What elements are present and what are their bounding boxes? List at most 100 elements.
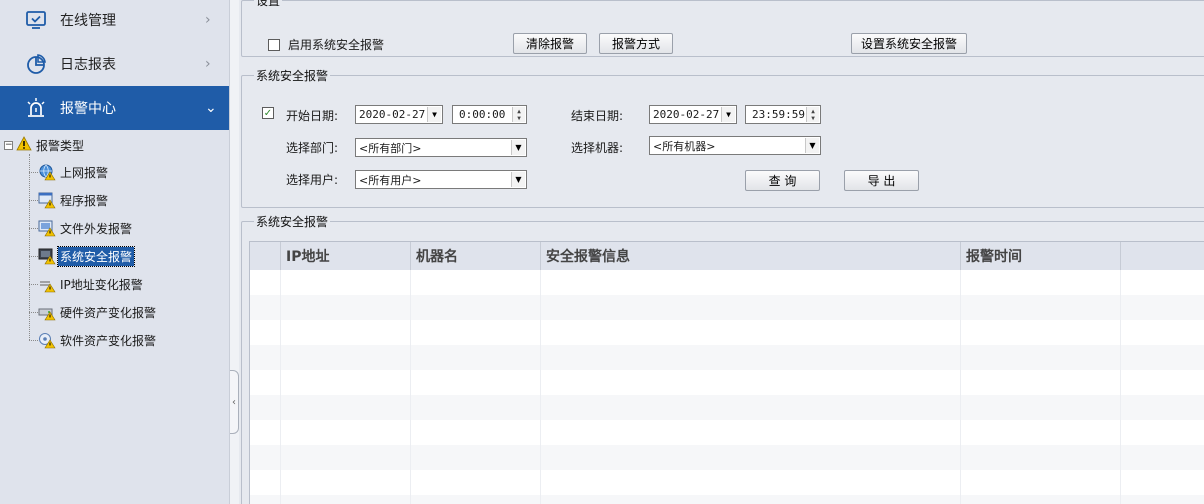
table-cell-empty (961, 345, 1121, 370)
tree-item-software-change-alarm[interactable]: 软件资产变化报警 (29, 329, 158, 351)
program-warning-icon (38, 191, 56, 209)
query-button[interactable]: 查 询 (745, 170, 820, 191)
dropdown-arrow-icon[interactable]: ▼ (511, 172, 525, 187)
table-cell-empty (1121, 320, 1204, 345)
table-cell-empty (250, 295, 281, 320)
table-cell-empty (961, 270, 1121, 295)
table-cell-empty (1121, 270, 1204, 295)
nav-alarm-center[interactable]: 报警中心 ⌄ (0, 86, 229, 130)
tree-item-ip-change-alarm[interactable]: IP地址变化报警 (29, 273, 145, 295)
table-cell-empty (411, 445, 541, 470)
table-cell-empty (541, 320, 961, 345)
table-cell-empty (250, 270, 281, 295)
tree-root-alarm-types[interactable]: − 报警类型 (4, 136, 84, 154)
table-cell-empty (250, 345, 281, 370)
table-cell-empty (281, 320, 411, 345)
nav-online-label: 在线管理 (60, 12, 116, 29)
chevron-down-icon: ⌄ (205, 100, 217, 116)
nav-log-label: 日志报表 (60, 56, 116, 73)
table-cell-empty (250, 320, 281, 345)
chevron-right-icon: › (205, 55, 211, 72)
table-cell-empty (1121, 345, 1204, 370)
table-cell-empty (961, 370, 1121, 395)
table-row-empty (250, 470, 1204, 495)
department-label: 选择部门: (286, 141, 339, 155)
filter-legend: 系统安全报警 (256, 69, 329, 83)
tree-item-program-alarm[interactable]: 程序报警 (29, 189, 110, 211)
user-select[interactable]: <所有用户> ▼ (355, 170, 527, 189)
configure-system-security-alarm-button[interactable]: 设置系统安全报警 (851, 33, 967, 54)
nav-online-management[interactable]: 在线管理 › (0, 0, 229, 42)
nav-log-reports[interactable]: 日志报表 › (0, 41, 229, 86)
software-change-warning-icon (38, 331, 56, 349)
enable-alarm-label: 启用系统安全报警 (288, 38, 385, 52)
end-date-picker[interactable]: 2020-02-27 ▼ (649, 105, 737, 124)
tree-item-internet-alarm[interactable]: 上网报警 (29, 161, 110, 183)
table-row-empty (250, 345, 1204, 370)
column-header-machine-name[interactable]: 机器名 (411, 242, 541, 270)
tree-item-hardware-change-alarm[interactable]: 硬件资产变化报警 (29, 301, 158, 323)
start-date-picker[interactable]: 2020-02-27 ▼ (355, 105, 443, 124)
start-time-spinner[interactable]: 0:00:00 ▲ ▼ (452, 105, 527, 124)
table-cell-empty (541, 345, 961, 370)
alarm-siren-icon (25, 97, 47, 119)
dropdown-arrow-icon[interactable]: ▼ (805, 138, 819, 153)
table-row-empty (250, 495, 1204, 504)
column-header-filler (1121, 242, 1204, 270)
globe-warning-icon (38, 163, 56, 181)
table-cell-empty (281, 295, 411, 320)
clear-alarm-button[interactable]: 清除报警 (513, 33, 587, 54)
spin-arrows-icon[interactable]: ▲ ▼ (512, 107, 525, 122)
main-panel: 设置 启用系统安全报警 清除报警 报警方式 设置系统安全报警 系统安全报警 ✓ … (239, 0, 1204, 504)
table-cell-empty (1121, 295, 1204, 320)
table-cell-empty (250, 470, 281, 495)
table-cell-empty (541, 270, 961, 295)
table-cell-empty (411, 420, 541, 445)
table-cell-empty (281, 495, 411, 504)
machine-select[interactable]: <所有机器> ▼ (649, 136, 821, 155)
end-date-value: 2020-02-27 (653, 108, 720, 121)
user-value: <所有用户> (359, 173, 422, 187)
alarm-type-tree: − 报警类型 上网报警 程序报警 文件外发报警 系统安全报警 IP地址变化报警 … (0, 132, 229, 504)
enable-alarm-checkbox-row[interactable]: 启用系统安全报警 (268, 36, 384, 53)
column-header-security-alarm-info[interactable]: 安全报警信息 (541, 242, 961, 270)
export-button[interactable]: 导 出 (844, 170, 919, 191)
tree-item-label: IP地址变化报警 (60, 277, 143, 292)
dropdown-arrow-icon[interactable]: ▼ (721, 107, 735, 122)
alarm-method-button[interactable]: 报警方式 (599, 33, 673, 54)
table-cell-empty (281, 395, 411, 420)
machine-label: 选择机器: (571, 141, 624, 155)
dropdown-arrow-icon[interactable]: ▼ (427, 107, 441, 122)
table-cell-empty (961, 470, 1121, 495)
tree-item-label: 硬件资产变化报警 (60, 305, 157, 320)
spin-arrows-icon[interactable]: ▲ ▼ (806, 107, 819, 122)
sidebar-collapse-handle[interactable]: ‹ (230, 370, 239, 434)
alarm-results-table[interactable]: IP地址 机器名 安全报警信息 报警时间 (249, 241, 1204, 504)
column-header-alarm-time[interactable]: 报警时间 (961, 242, 1121, 270)
start-date-checkbox[interactable]: ✓ (262, 107, 274, 119)
machine-value: <所有机器> (653, 139, 716, 153)
table-cell-empty (1121, 470, 1204, 495)
start-date-value: 2020-02-27 (359, 108, 426, 121)
dropdown-arrow-icon[interactable]: ▼ (511, 140, 525, 155)
end-time-spinner[interactable]: 23:59:59 ▲ ▼ (745, 105, 821, 124)
table-cell-empty (250, 395, 281, 420)
enable-alarm-checkbox[interactable] (268, 38, 280, 51)
table-cell-empty (250, 495, 281, 504)
tree-item-system-security-alarm[interactable]: 系统安全报警 (29, 245, 136, 267)
start-date-label: 开始日期: (286, 109, 339, 123)
column-header-indicator[interactable] (250, 242, 281, 270)
nav-alarm-label: 报警中心 (60, 101, 116, 117)
hardware-change-warning-icon (38, 303, 56, 321)
table-row-empty (250, 270, 1204, 295)
table-cell-empty (541, 370, 961, 395)
settings-legend: 设置 (256, 0, 281, 8)
table-cell-empty (281, 270, 411, 295)
table-cell-empty (281, 445, 411, 470)
tree-item-label: 程序报警 (60, 193, 109, 208)
table-cell-empty (541, 470, 961, 495)
tree-collapse-toggle[interactable]: − (4, 140, 13, 150)
tree-item-file-send-alarm[interactable]: 文件外发报警 (29, 217, 134, 239)
department-select[interactable]: <所有部门> ▼ (355, 138, 527, 157)
column-header-ip-address[interactable]: IP地址 (281, 242, 411, 270)
